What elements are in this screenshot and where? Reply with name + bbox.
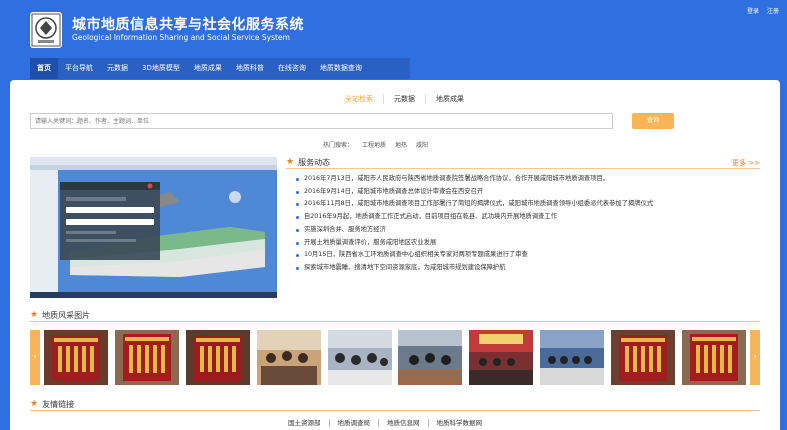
link-ministry-land[interactable]: 国土资源部 (280, 419, 330, 427)
gallery-prev-button[interactable]: ‹ (30, 330, 40, 385)
register-link[interactable]: 注册 (767, 8, 779, 15)
link-geo-survey[interactable]: 地质调查局 (330, 419, 379, 427)
gallery-photo-banner[interactable] (114, 330, 179, 385)
gallery-photo-conference[interactable] (540, 330, 605, 385)
service-news-section: ★ 服务动态 更多 >> 2016年7月13日，咸阳市人民政府与陕西省地质调查院… (286, 156, 760, 275)
news-item[interactable]: 2016年9月14日，咸阳城市地质调查总体设计审查会在西安召开 (296, 186, 760, 199)
gallery-photo-meeting[interactable] (327, 330, 392, 385)
tab-all-search[interactable]: 全站检索 (335, 94, 384, 104)
star-icon: ★ (30, 399, 39, 409)
news-title: 服务动态 (298, 157, 331, 167)
content-panel: 全站检索 元数据 地质成果 查询 热门搜索： 工程地质 地热 咸阳 (10, 80, 780, 430)
news-item[interactable]: 自2016年9月起，地质调查工作正式启动，目前项目组在乾县、武功境内开展地质调查… (296, 211, 760, 224)
hot-term-xianyang[interactable]: 咸阳 (416, 140, 428, 149)
links-header: ★ 友情链接 (30, 398, 760, 411)
search-button[interactable]: 查询 (632, 113, 674, 129)
nav-platform[interactable]: 平台导航 (58, 58, 100, 79)
gallery-photo-conference[interactable] (469, 330, 534, 385)
gallery-title: 地质风采图片 (42, 310, 91, 320)
news-item[interactable]: 2016年11月8日，咸阳城市地质调查项目工作部署行了简短的揭牌仪式，咸阳城市地… (296, 198, 760, 211)
nav-consult[interactable]: 在线咨询 (271, 58, 313, 79)
news-item[interactable]: 10月15日，陕西省水工环地质调查中心组织相关专家对两项专题成果进行了审查 (296, 249, 760, 262)
news-item[interactable]: 开展土地质量调查评价，服务咸阳地区农业发展 (296, 237, 760, 250)
hot-term-engineering[interactable]: 工程地质 (362, 140, 386, 149)
gallery-photo-banner[interactable] (44, 330, 108, 385)
logo (30, 12, 62, 48)
nav-3d-model[interactable]: 3D地质模型 (135, 58, 187, 79)
gallery-thumbnails (44, 330, 746, 385)
hot-search-label: 热门搜索： (323, 142, 354, 149)
gallery-photo-banner[interactable] (681, 330, 746, 385)
model-software-screenshot (30, 157, 277, 298)
site-subtitle: Geological Information Sharing and Socia… (72, 33, 290, 42)
gallery-next-button[interactable]: › (750, 330, 760, 385)
nav-data-query[interactable]: 地质数据查询 (313, 58, 369, 79)
hot-searches: 热门搜索： 工程地质 地热 咸阳 (323, 140, 437, 149)
gallery-section: ★ 地质风采图片 (30, 309, 760, 322)
gallery-photo-meeting[interactable] (256, 330, 321, 385)
hot-term-geothermal[interactable]: 地热 (395, 140, 407, 149)
logo-emblem-icon (31, 13, 61, 47)
news-header: ★ 服务动态 更多 >> (286, 156, 760, 169)
site-title: 城市地质信息共享与社会化服务系统 (72, 17, 304, 33)
nav-results[interactable]: 地质成果 (187, 58, 229, 79)
nav-metadata[interactable]: 元数据 (100, 58, 135, 79)
link-geo-info[interactable]: 地质信息网 (379, 419, 429, 427)
search-tabs: 全站检索 元数据 地质成果 (335, 94, 474, 104)
featured-3d-model-image[interactable] (30, 157, 277, 298)
gallery-photo-banner[interactable] (185, 330, 250, 385)
star-icon: ★ (286, 157, 295, 167)
tab-results[interactable]: 地质成果 (426, 94, 474, 104)
star-icon: ★ (30, 310, 39, 320)
news-item[interactable]: 实施深圳合并、服务地方经济 (296, 224, 760, 237)
gallery-photo-meeting[interactable] (398, 330, 463, 385)
more-link[interactable]: 更多 >> (732, 158, 760, 168)
links-section: ★ 友情链接 (30, 398, 760, 411)
news-list: 2016年7月13日，咸阳市人民政府与陕西省地质调查院签署战略合作协议，合作开展… (286, 173, 760, 275)
gallery-header: ★ 地质风采图片 (30, 309, 760, 322)
main-nav: 首页 平台导航 元数据 3D地质模型 地质成果 地质科普 在线咨询 地质数据查询 (30, 58, 410, 79)
tab-metadata[interactable]: 元数据 (384, 94, 426, 104)
link-geo-data[interactable]: 地质科学数据网 (429, 419, 491, 427)
gallery-photo-banner[interactable] (611, 330, 675, 385)
nav-home[interactable]: 首页 (30, 58, 58, 79)
friendly-links: 国土资源部 地质调查局 地质信息网 地质科学数据网 (280, 419, 490, 427)
photo-gallery: ‹ › (30, 330, 760, 390)
links-title: 友情链接 (42, 399, 75, 409)
nav-science[interactable]: 地质科普 (229, 58, 271, 79)
news-item[interactable]: 探索城市地震睡、搜清地下空间资源家底，为咸阳城市规划建设保障护航 (296, 262, 760, 275)
auth-links: 登录 注册 (741, 6, 779, 15)
news-item[interactable]: 2016年7月13日，咸阳市人民政府与陕西省地质调查院签署战略合作协议，合作开展… (296, 173, 760, 186)
search-input[interactable] (30, 113, 613, 129)
login-link[interactable]: 登录 (747, 8, 759, 15)
